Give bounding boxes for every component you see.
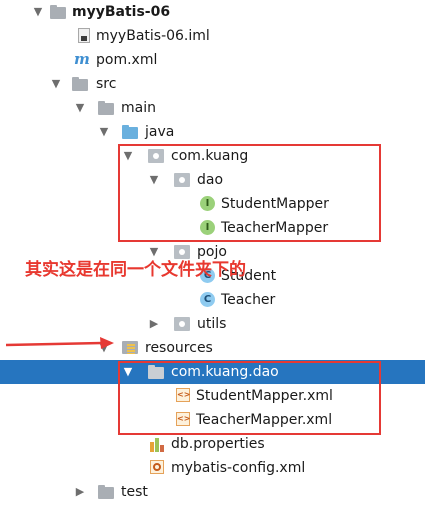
class-label: Teacher	[221, 292, 276, 308]
tree-row-com-kuang[interactable]: ▼ com.kuang	[0, 144, 425, 168]
xml-file-icon: <>	[176, 412, 190, 426]
class-icon: C	[200, 292, 215, 307]
maven-icon: m	[74, 50, 90, 68]
folder-icon	[98, 101, 114, 115]
package-icon	[148, 148, 164, 164]
tree-row-com-kuang-dao[interactable]: ▼ com.kuang.dao	[0, 360, 425, 384]
package-label: dao	[197, 172, 224, 188]
chevron-down-icon[interactable]: ▼	[48, 72, 64, 96]
tree-row-teacher-mapper[interactable]: I TeacherMapper	[0, 216, 425, 240]
tree-row-pom[interactable]: m pom.xml	[0, 48, 425, 72]
package-label: utils	[197, 316, 227, 332]
java-label: java	[145, 124, 175, 140]
xml-file-label: TeacherMapper.xml	[196, 412, 333, 428]
package-icon	[174, 316, 190, 332]
interface-icon: I	[200, 220, 215, 235]
chevron-right-icon[interactable]: ▶	[146, 312, 162, 336]
arrow-icon	[6, 337, 114, 349]
tree-row-student-mapper[interactable]: I StudentMapper	[0, 192, 425, 216]
tree-row-utils[interactable]: ▶ utils	[0, 312, 425, 336]
chevron-down-icon[interactable]: ▼	[146, 168, 162, 192]
project-folder-icon	[50, 5, 66, 19]
package-label: com.kuang	[171, 148, 249, 164]
tree-row-project[interactable]: ▼ myyBatis-06	[0, 0, 425, 24]
config-file-icon	[150, 460, 164, 474]
tree-row-student-mapper-xml[interactable]: <> StudentMapper.xml	[0, 384, 425, 408]
tree-row-iml[interactable]: myyBatis-06.iml	[0, 24, 425, 48]
folder-icon	[148, 365, 164, 379]
iml-file-label: myyBatis-06.iml	[96, 28, 210, 44]
tree-row-mybatis-config[interactable]: mybatis-config.xml	[0, 456, 425, 480]
properties-file-icon	[150, 436, 166, 452]
tree-row-dao[interactable]: ▼ dao	[0, 168, 425, 192]
pom-label: pom.xml	[96, 52, 158, 68]
chevron-right-icon[interactable]: ▶	[72, 480, 88, 504]
project-name: myyBatis-06	[72, 4, 171, 20]
tree-row-teacher[interactable]: C Teacher	[0, 288, 425, 312]
resources-folder-icon	[122, 340, 138, 356]
chevron-down-icon[interactable]: ▼	[120, 144, 136, 168]
folder-icon	[72, 77, 88, 91]
tree-row-test[interactable]: ▶ test	[0, 480, 425, 504]
interface-label: StudentMapper	[221, 196, 329, 212]
folder-label: com.kuang.dao	[171, 364, 279, 380]
interface-icon: I	[200, 196, 215, 211]
src-label: src	[96, 76, 117, 92]
folder-icon	[98, 485, 114, 499]
chevron-down-icon[interactable]: ▼	[96, 120, 112, 144]
iml-file-icon	[78, 28, 90, 43]
test-label: test	[121, 484, 148, 500]
annotation-text: 其实这是在同一个文件夹下的	[25, 260, 246, 280]
tree-row-main[interactable]: ▼ main	[0, 96, 425, 120]
properties-label: db.properties	[171, 436, 265, 452]
tree-row-java[interactable]: ▼ java	[0, 120, 425, 144]
resources-label: resources	[145, 340, 213, 356]
interface-label: TeacherMapper	[221, 220, 329, 236]
xml-file-icon: <>	[176, 388, 190, 402]
tree-row-teacher-mapper-xml[interactable]: <> TeacherMapper.xml	[0, 408, 425, 432]
tree-row-db-properties[interactable]: db.properties	[0, 432, 425, 456]
xml-file-label: StudentMapper.xml	[196, 388, 333, 404]
config-label: mybatis-config.xml	[171, 460, 306, 476]
chevron-down-icon[interactable]: ▼	[120, 360, 136, 384]
tree-row-src[interactable]: ▼ src	[0, 72, 425, 96]
package-icon	[174, 172, 190, 188]
chevron-down-icon[interactable]: ▼	[30, 0, 46, 24]
main-label: main	[121, 100, 156, 116]
chevron-down-icon[interactable]: ▼	[72, 96, 88, 120]
source-folder-icon	[122, 125, 138, 139]
